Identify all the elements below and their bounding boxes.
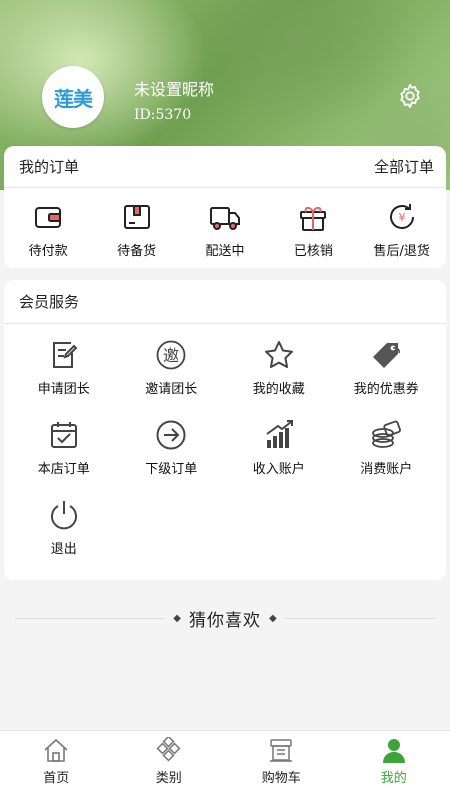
coupon-tag-icon	[373, 343, 401, 368]
refund-icon: ¥	[389, 204, 414, 229]
tab-label: 购物车	[261, 771, 301, 786]
my-favorites-button[interactable]: 我的收藏	[225, 338, 333, 406]
apply-leader-button[interactable]: 申请团长	[10, 338, 118, 406]
truck-icon	[209, 207, 240, 230]
orders-title: 我的订单	[19, 158, 80, 176]
package-icon	[123, 205, 150, 229]
order-status-verified[interactable]: 已核销	[273, 200, 353, 259]
invite-leader-button[interactable]: 邀 邀请团长	[118, 338, 226, 406]
service-label: 申请团长	[37, 382, 90, 397]
services-header: 会员服务	[4, 280, 446, 324]
tab-cart[interactable]: 购物车	[236, 731, 326, 800]
nickname-label[interactable]: 未设置昵称	[134, 76, 214, 100]
services-grid: 申请团长 邀 邀请团长 我的收藏 我的优惠券 本店订单 下级订单 收入账户 消费…	[4, 324, 446, 566]
tab-category[interactable]: 类别	[124, 731, 214, 800]
orders-status-row: 待付款 待备货 配送中 已核销 ¥ 售后/退货	[4, 188, 446, 259]
order-status-pending-payment[interactable]: 待付款	[8, 200, 88, 259]
sub-orders-button[interactable]: 下级订单	[118, 418, 226, 486]
service-label: 收入账户	[252, 462, 305, 477]
divider-line	[284, 617, 435, 619]
bar-chart-icon	[266, 420, 293, 448]
service-label: 我的收藏	[252, 382, 305, 397]
divider-line	[15, 617, 166, 619]
service-label: 本店订单	[37, 462, 90, 477]
orders-card: 我的订单 全部订单 待付款 待备货 配送中 已核销 ¥ 售后/退货	[4, 146, 446, 268]
order-status-label: 待备货	[117, 244, 157, 259]
spending-account-button[interactable]: 消费账户	[333, 418, 441, 486]
star-icon	[264, 341, 293, 368]
service-label: 邀请团长	[145, 382, 198, 397]
service-label: 下级订单	[145, 462, 198, 477]
cart-icon	[270, 739, 293, 762]
arrow-circle-icon	[156, 420, 186, 450]
bottom-tab-bar: 首页 类别 购物车 我的	[0, 730, 450, 800]
order-status-label: 待付款	[28, 244, 68, 259]
user-id-label: ID:5370	[134, 107, 192, 123]
guess-you-like-divider: ◆ 猜你喜欢 ◆	[0, 606, 450, 631]
service-label: 消费账户	[360, 462, 413, 477]
avatar-logo: 莲美	[54, 86, 93, 111]
store-orders-button[interactable]: 本店订单	[10, 418, 118, 486]
gift-icon	[300, 206, 327, 231]
tab-label: 类别	[155, 771, 182, 786]
order-status-label: 配送中	[205, 244, 245, 259]
service-label: 我的优惠券	[353, 382, 419, 397]
avatar[interactable]: 莲美	[42, 66, 104, 128]
order-status-delivering[interactable]: 配送中	[185, 200, 265, 259]
order-status-after-sales[interactable]: ¥ 售后/退货	[362, 200, 442, 259]
category-icon	[156, 737, 181, 762]
services-title: 会员服务	[19, 293, 80, 311]
user-icon	[382, 739, 405, 763]
tab-label: 我的	[380, 771, 407, 786]
svg-text:邀: 邀	[163, 346, 179, 365]
diamond-icon: ◆	[269, 612, 277, 624]
all-orders-link[interactable]: 全部订单	[374, 156, 434, 177]
home-icon	[44, 738, 68, 762]
service-label: 退出	[50, 542, 77, 557]
power-icon	[50, 501, 77, 530]
order-status-label: 已核销	[293, 244, 333, 259]
tab-mine[interactable]: 我的	[349, 731, 439, 800]
invite-icon: 邀	[156, 340, 186, 370]
diamond-icon: ◆	[173, 612, 181, 624]
my-coupons-button[interactable]: 我的优惠券	[333, 338, 441, 406]
member-services-card: 会员服务 申请团长 邀 邀请团长 我的收藏 我的优惠券 本店订单 下级订单 收入…	[4, 280, 446, 580]
order-status-preparing[interactable]: 待备货	[97, 200, 177, 259]
tab-home[interactable]: 首页	[11, 731, 101, 800]
coins-icon	[372, 420, 402, 448]
calendar-check-icon	[50, 422, 77, 448]
wallet-icon	[35, 207, 62, 228]
tab-label: 首页	[43, 771, 70, 786]
orders-header: 我的订单 全部订单	[4, 146, 446, 188]
gear-icon[interactable]	[396, 82, 424, 110]
edit-doc-icon	[52, 342, 78, 368]
guess-you-like-title: 猜你喜欢	[189, 610, 261, 631]
order-status-label: 售后/退货	[373, 244, 430, 259]
logout-button[interactable]: 退出	[10, 498, 118, 566]
svg-text:¥: ¥	[398, 211, 405, 224]
income-account-button[interactable]: 收入账户	[225, 418, 333, 486]
